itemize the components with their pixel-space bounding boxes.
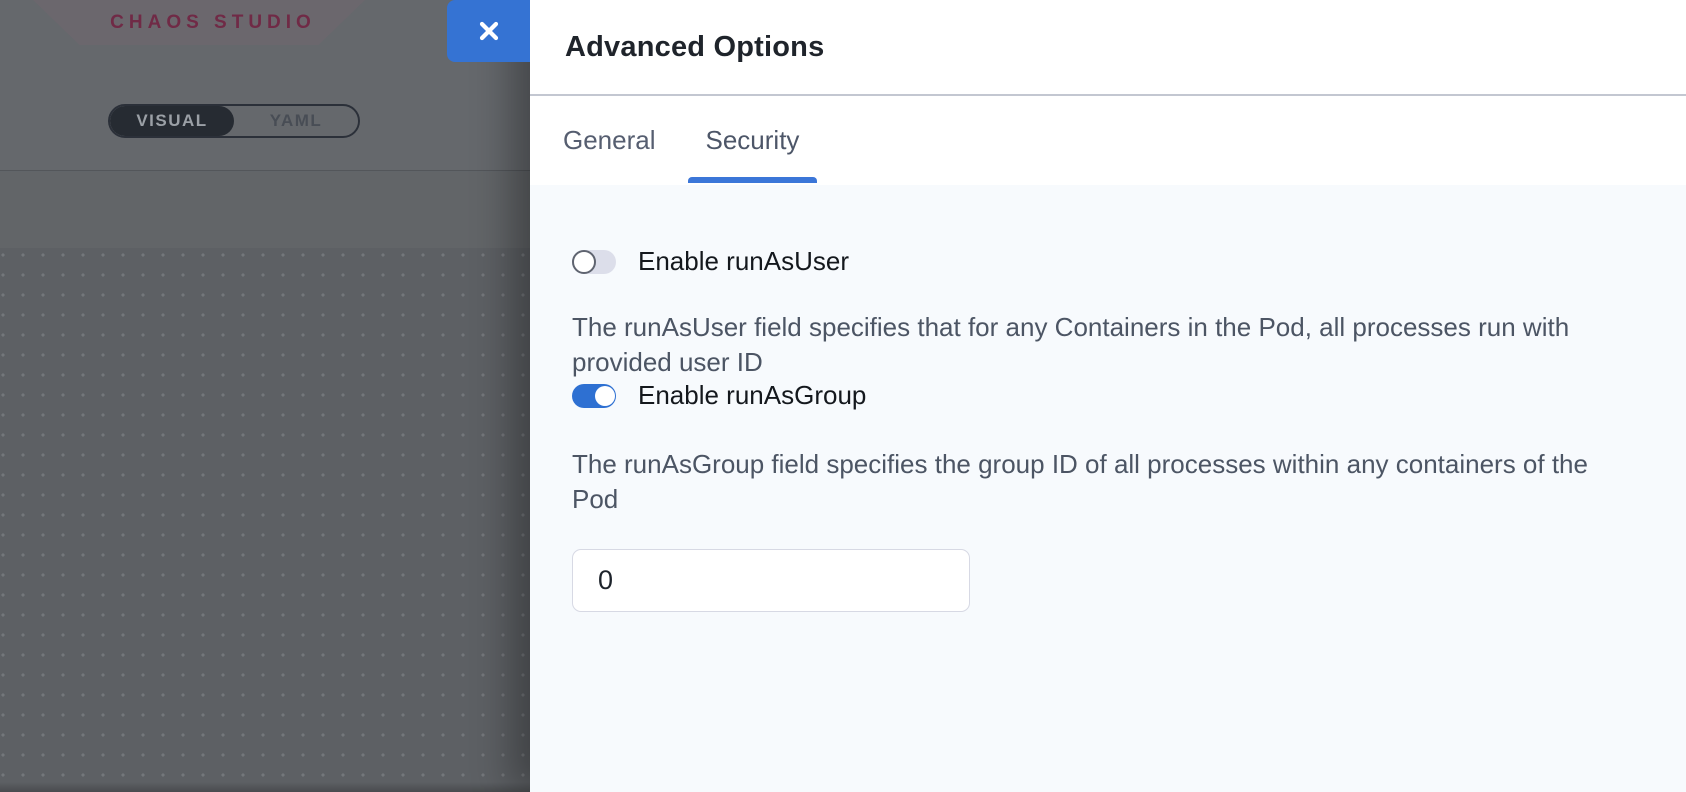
run-as-group-description: The runAsGroup field specifies the group… xyxy=(572,447,1617,517)
visual-yaml-toggle[interactable]: VISUAL YAML xyxy=(108,104,360,138)
drawer-title: Advanced Options xyxy=(565,31,824,64)
close-icon xyxy=(476,18,502,44)
screen: CHAOS STUDIO VISUAL YAML Advanced Option… xyxy=(0,0,1686,792)
run-as-user-toggle[interactable] xyxy=(572,250,616,274)
run-as-user-label: Enable runAsUser xyxy=(638,246,849,277)
toggle-knob xyxy=(572,250,596,274)
run-as-group-row: Enable runAsGroup xyxy=(572,380,1644,411)
yaml-toggle-button[interactable]: YAML xyxy=(234,106,358,136)
visual-toggle-button[interactable]: VISUAL xyxy=(110,106,234,136)
security-tab-panel: Enable runAsUser The runAsUser field spe… xyxy=(530,185,1686,792)
advanced-options-drawer: Advanced Options General Security Enable… xyxy=(530,0,1686,792)
run-as-user-description: The runAsUser field specifies that for a… xyxy=(572,310,1617,380)
chaos-studio-canvas: CHAOS STUDIO VISUAL YAML xyxy=(0,0,530,792)
run-as-group-value-input[interactable] xyxy=(572,549,970,612)
drawer-header: Advanced Options xyxy=(530,0,1686,96)
canvas-subheader-band xyxy=(0,172,530,248)
pipeline-dot-grid-canvas xyxy=(0,248,530,792)
brand-banner: CHAOS STUDIO xyxy=(33,0,365,45)
tab-security[interactable]: Security xyxy=(688,96,818,185)
tab-general[interactable]: General xyxy=(545,96,674,185)
brand-title: CHAOS STUDIO xyxy=(82,12,316,34)
drawer-tabs: General Security xyxy=(530,96,1686,185)
canvas-bottom-shade xyxy=(0,782,530,792)
run-as-user-row: Enable runAsUser xyxy=(572,246,1644,277)
run-as-group-label: Enable runAsGroup xyxy=(638,380,866,411)
toggle-knob xyxy=(595,386,615,406)
drawer-close-button[interactable] xyxy=(447,0,530,62)
run-as-group-toggle[interactable] xyxy=(572,384,616,408)
